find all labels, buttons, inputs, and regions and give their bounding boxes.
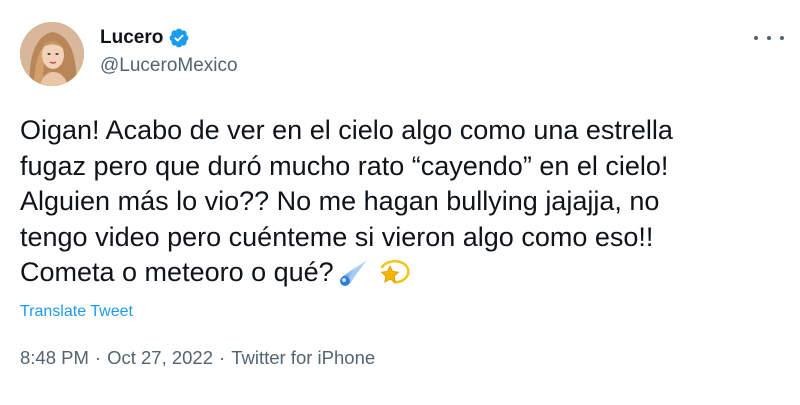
comet-emoji-icon [338,257,372,297]
more-options-icon[interactable] [754,28,784,48]
dizzy-star-emoji-icon [376,257,412,297]
verified-badge-icon [169,28,189,48]
tweet-metadata: 8:48 PM · Oct 27, 2022 · Twitter for iPhone [20,347,375,369]
tweet-text-line: tengo video pero cuénteme si vieron algo… [20,221,654,252]
tweet-text-line: Oigan! Acabo de ver en el cielo algo com… [20,115,673,145]
tweet-text-line: fugaz pero que duró mucho rato “cayendo”… [20,150,669,181]
separator: · [94,347,102,368]
tweet-time[interactable]: 8:48 PM [20,347,89,368]
avatar[interactable] [20,22,84,86]
tweet-date[interactable]: Oct 27, 2022 [107,347,213,368]
separator: · [219,347,226,368]
tweet-text-line-last: Cometa o meteoro o qué? [20,255,790,297]
tweet-card: Lucero @LuceroMexico Oigan! Acabo de ver… [0,0,800,405]
display-name[interactable]: Lucero [100,27,163,49]
translate-tweet-link[interactable]: Translate Tweet [20,302,133,322]
tweet-text-line: Alguien más lo vio?? No me hagan bullyin… [20,186,660,216]
tweet-source[interactable]: Twitter for iPhone [231,347,375,368]
user-handle[interactable]: @LuceroMexico [100,55,238,77]
tweet-text: Oigan! Acabo de ver en el cielo algo com… [20,113,790,297]
tweet-text-line: Cometa o meteoro o qué? [20,257,334,287]
